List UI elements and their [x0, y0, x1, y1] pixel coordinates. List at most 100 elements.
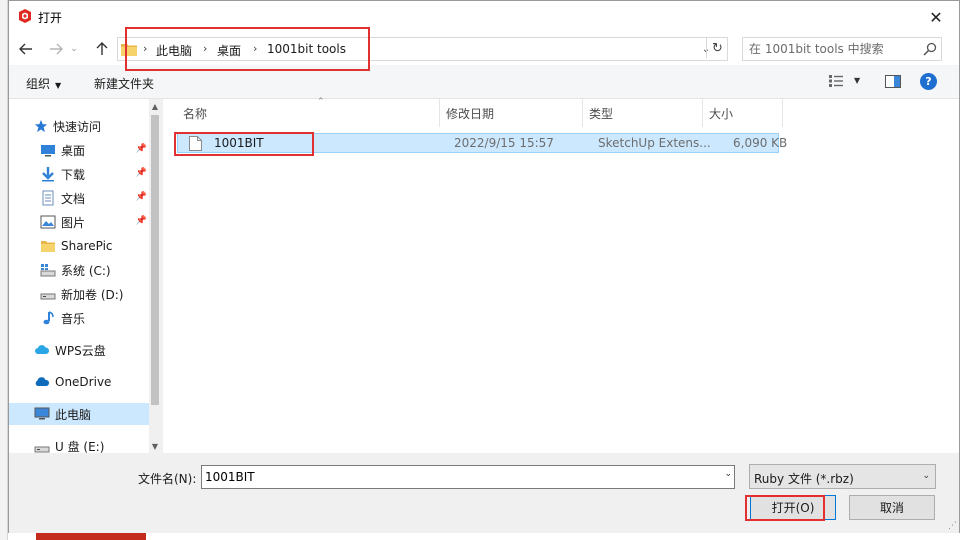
resize-grip-icon[interactable]: ⋰ — [948, 521, 957, 531]
download-icon — [42, 167, 54, 182]
sidebar-item-onedrive[interactable]: OneDrive — [9, 371, 149, 393]
system-drive-icon — [40, 264, 56, 277]
pin-icon: 📌 — [135, 168, 147, 178]
file-size: 6,090 KB — [733, 136, 788, 150]
nav-label: 图片 — [61, 215, 86, 230]
recent-locations-button[interactable]: ⌄ — [68, 39, 80, 59]
sidebar-item-sharepic[interactable]: SharePic — [9, 235, 149, 257]
nav-label: 音乐 — [61, 311, 86, 326]
new-folder-button[interactable]: 新建文件夹 — [94, 75, 154, 92]
document-icon — [42, 190, 54, 206]
star-icon — [34, 119, 48, 133]
filename-input[interactable] — [202, 466, 712, 488]
sidebar-item-pictures[interactable]: 图片 📌 — [9, 211, 149, 233]
column-type-label: 类型 — [589, 106, 614, 121]
nav-label: U 盘 (E:) — [55, 439, 105, 454]
nav-label: 快速访问 — [53, 119, 102, 134]
arrow-up-icon — [96, 42, 108, 55]
nav-scrollbar[interactable]: ▲ ▼ — [149, 99, 161, 453]
file-type: SketchUp Extens... — [598, 136, 711, 150]
dialog-footer: 文件名(N): ⌄ Ruby 文件 (*.rbz) ⌄ 打开(O) 取消 ⋰ — [9, 453, 959, 533]
sidebar-item-drive-c[interactable]: 系统 (C:) — [9, 259, 149, 281]
refresh-icon: ↻ — [712, 40, 723, 56]
cloud-icon — [35, 345, 50, 354]
column-header-type[interactable]: 类型 — [583, 99, 703, 127]
up-button[interactable] — [91, 39, 113, 59]
annotation-box-open — [745, 495, 825, 521]
annotation-box-address — [125, 27, 370, 71]
file-modified: 2022/9/15 15:57 — [454, 136, 554, 150]
sidebar-item-documents[interactable]: 文档 📌 — [9, 187, 149, 209]
scroll-up-icon[interactable]: ▲ — [149, 99, 161, 113]
music-icon — [43, 311, 54, 325]
search-input[interactable] — [743, 38, 919, 60]
filetype-select[interactable]: Ruby 文件 (*.rbz) ⌄ — [749, 464, 936, 489]
window-title: 打开 — [38, 11, 63, 25]
desktop-icon — [41, 145, 55, 157]
nav-label: WPS云盘 — [55, 343, 106, 358]
computer-icon — [34, 407, 50, 420]
preview-pane-icon[interactable] — [885, 75, 901, 88]
pin-icon: 📌 — [135, 144, 147, 154]
arrow-left-icon — [19, 43, 32, 55]
column-size-label: 大小 — [709, 106, 734, 121]
cancel-button-label: 取消 — [879, 501, 904, 515]
search-box[interactable] — [742, 37, 942, 61]
scroll-down-icon[interactable]: ▼ — [149, 439, 161, 453]
chevron-down-icon: ⌄ — [70, 44, 78, 54]
drive-icon — [40, 293, 56, 300]
nav-label: 新加卷 (D:) — [61, 287, 124, 302]
sidebar-item-drive-d[interactable]: 新加卷 (D:) — [9, 283, 149, 305]
column-modified-label: 修改日期 — [446, 106, 495, 121]
usb-drive-icon — [34, 446, 50, 453]
chevron-down-icon: ⌄ — [922, 471, 930, 481]
scrollbar-thumb[interactable] — [151, 115, 159, 405]
arrow-right-icon — [50, 43, 63, 55]
navigation-pane: 快速访问 桌面 📌 下载 📌 文档 📌 图片 📌 SharePic 系统 (C:… — [9, 99, 161, 454]
sidebar-item-music[interactable]: 音乐 — [9, 307, 149, 329]
search-icon — [923, 42, 937, 56]
onedrive-icon — [35, 377, 50, 386]
filetype-value: Ruby 文件 (*.rbz) — [754, 472, 854, 486]
nav-label: 系统 (C:) — [61, 263, 111, 278]
nav-label: 下载 — [61, 167, 86, 182]
nav-quick-access[interactable]: 快速访问 — [9, 115, 149, 137]
close-button[interactable]: ✕ — [913, 1, 959, 33]
background-red-element — [36, 532, 146, 540]
organize-button[interactable]: 组织 ▼ — [26, 75, 61, 92]
close-icon: ✕ — [929, 7, 943, 27]
column-header-name[interactable]: 名称 ⌃ — [177, 97, 440, 127]
sidebar-item-wps-cloud[interactable]: WPS云盘 — [9, 339, 149, 361]
pin-icon: 📌 — [135, 192, 147, 202]
sidebar-item-downloads[interactable]: 下载 📌 — [9, 163, 149, 185]
cancel-button[interactable]: 取消 — [849, 495, 935, 520]
nav-label: OneDrive — [55, 375, 112, 389]
caret-down-icon: ▼ — [55, 81, 62, 90]
column-header-modified[interactable]: 修改日期 — [440, 99, 583, 127]
sketchup-app-icon — [19, 9, 31, 23]
filename-label: 文件名(N): — [138, 472, 197, 486]
background-window-edge — [0, 0, 8, 540]
open-file-dialog: 打开 ✕ ⌄ › 此电脑 › 桌面 › 1001bit tools ⌄ ↻ 在 … — [8, 0, 960, 533]
help-icon[interactable]: ? — [920, 73, 937, 90]
view-dropdown-icon[interactable]: ▼ — [854, 76, 860, 85]
sidebar-item-this-pc[interactable]: 此电脑 — [9, 403, 149, 425]
column-header-size[interactable]: 大小 — [703, 99, 783, 127]
sort-ascending-icon: ⌃ — [317, 97, 325, 107]
organize-label: 组织 — [26, 77, 51, 91]
nav-label: 文档 — [61, 191, 86, 206]
view-options-icon[interactable] — [829, 75, 843, 87]
folder-icon — [41, 241, 55, 252]
filename-combobox[interactable]: ⌄ — [201, 465, 735, 489]
forward-button[interactable] — [45, 39, 67, 59]
sidebar-item-desktop[interactable]: 桌面 📌 — [9, 139, 149, 161]
nav-label: 此电脑 — [55, 407, 92, 422]
column-name-label: 名称 — [183, 106, 208, 121]
chevron-down-icon[interactable]: ⌄ — [724, 469, 732, 479]
refresh-button[interactable]: ↻ — [706, 38, 728, 58]
picture-icon — [40, 215, 56, 229]
new-folder-label: 新建文件夹 — [94, 77, 155, 91]
pin-icon: 📌 — [135, 216, 147, 226]
nav-label: SharePic — [61, 239, 113, 253]
back-button[interactable] — [15, 39, 37, 59]
